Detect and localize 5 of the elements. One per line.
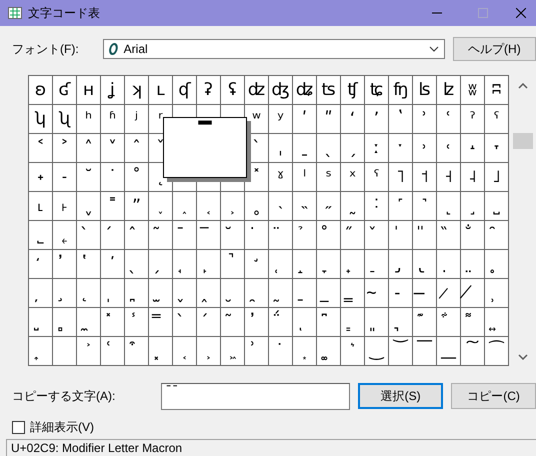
advanced-view-label: 詳細表示(V)	[30, 419, 94, 436]
status-bar: U+02C9: Modifier Letter Macron	[6, 439, 536, 456]
window-title: 文字コード表	[28, 4, 101, 22]
copy-characters-label: コピーする文字(A):	[12, 388, 116, 404]
font-label: フォント(F):	[12, 40, 79, 58]
